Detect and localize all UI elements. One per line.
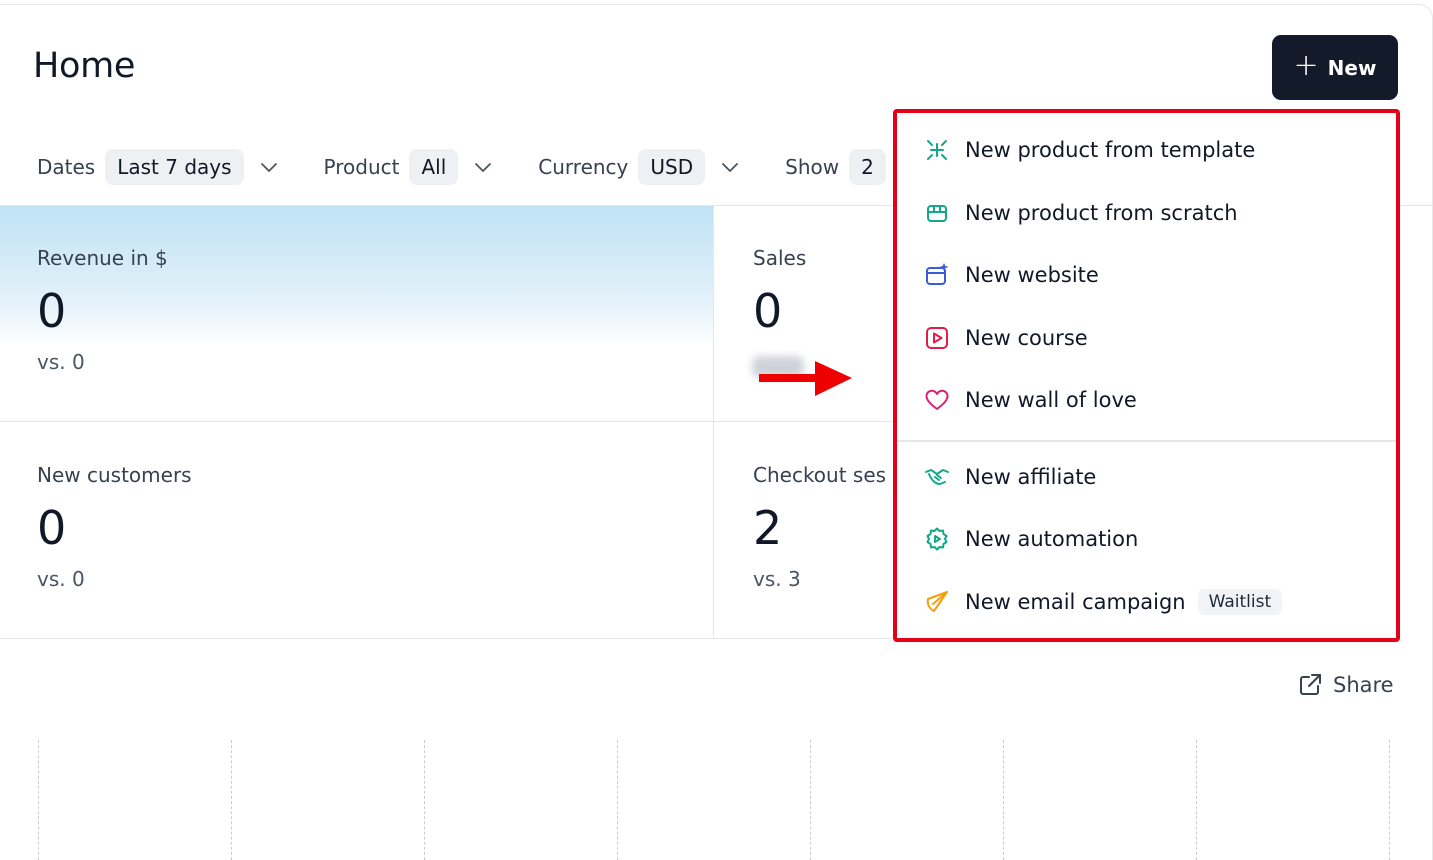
chart-gridline xyxy=(1389,740,1390,860)
handshake-icon xyxy=(924,464,950,490)
automation-gear-icon xyxy=(924,526,950,552)
card-label: Revenue in $ xyxy=(37,246,168,270)
menu-item-email-campaign[interactable]: New email campaign Waitlist xyxy=(924,589,1283,615)
plus-icon: + xyxy=(1293,48,1319,83)
chart-gridline xyxy=(1003,740,1004,860)
card-comparison: vs. 3 xyxy=(753,567,801,591)
new-menu-dropdown: New product from template New product fr… xyxy=(893,109,1400,642)
filter-show[interactable]: Show 2 xyxy=(785,149,886,185)
menu-item-label: New automation xyxy=(965,527,1139,551)
chart-gridline xyxy=(38,740,39,860)
filter-bar: Dates Last 7 days Product All Currency U… xyxy=(37,148,930,186)
card-label: Checkout ses xyxy=(753,463,887,487)
external-link-icon xyxy=(1300,674,1321,695)
card-value: 0 xyxy=(753,284,783,338)
menu-item-label: New affiliate xyxy=(965,465,1097,489)
chart-gridline xyxy=(1196,740,1197,860)
card-comparison: vs. 0 xyxy=(37,567,85,591)
card-label: Sales xyxy=(753,246,807,270)
menu-item-label: New product from template xyxy=(965,138,1256,162)
sales-card[interactable]: Sales 0 xyxy=(753,246,806,334)
divider xyxy=(713,206,714,639)
menu-item-label: New product from scratch xyxy=(965,201,1238,225)
chevron-down-icon[interactable] xyxy=(472,156,494,178)
card-label: New customers xyxy=(37,463,192,487)
box-icon xyxy=(924,200,950,226)
chart-gridline xyxy=(810,740,811,860)
chevron-down-icon[interactable] xyxy=(258,156,280,178)
menu-item-product-template[interactable]: New product from template xyxy=(924,137,1255,163)
checkout-sessions-card[interactable]: Checkout ses 2 vs. 3 xyxy=(753,463,893,591)
chevron-down-icon[interactable] xyxy=(719,156,741,178)
menu-item-label: New website xyxy=(965,263,1099,287)
new-customers-card[interactable]: New customers 0 vs. 0 xyxy=(37,463,192,591)
paper-plane-icon xyxy=(924,589,950,615)
menu-item-course[interactable]: New course xyxy=(924,325,1088,351)
chart-gridline xyxy=(424,740,425,860)
website-icon xyxy=(924,262,950,288)
share-button[interactable]: Share xyxy=(1297,672,1394,698)
chart-gridline xyxy=(231,740,232,860)
filter-currency[interactable]: Currency USD xyxy=(538,149,741,185)
menu-divider xyxy=(897,440,1396,442)
filter-label: Dates xyxy=(37,155,96,179)
filter-label: Currency xyxy=(538,155,629,179)
menu-item-label: New wall of love xyxy=(965,388,1137,412)
chart-gridline xyxy=(617,740,618,860)
menu-item-automation[interactable]: New automation xyxy=(924,526,1138,552)
red-arrow-icon xyxy=(759,361,852,396)
menu-item-product-scratch[interactable]: New product from scratch xyxy=(924,200,1238,226)
divider xyxy=(0,421,900,422)
filter-product[interactable]: Product All xyxy=(324,149,495,185)
menu-item-wall-of-love[interactable]: New wall of love xyxy=(924,387,1137,413)
filter-value[interactable]: 2 xyxy=(849,149,886,185)
play-icon xyxy=(924,325,950,351)
card-value: 0 xyxy=(37,501,67,555)
filter-label: Product xyxy=(323,155,400,179)
card-value: 0 xyxy=(37,284,67,338)
sparkle-icon xyxy=(924,137,950,163)
filter-value[interactable]: All xyxy=(409,149,459,185)
page-title: Home xyxy=(33,46,136,86)
menu-item-label: New course xyxy=(965,326,1088,350)
filter-label: Show xyxy=(785,155,840,179)
menu-item-affiliate[interactable]: New affiliate xyxy=(924,464,1096,490)
card-comparison: vs. 0 xyxy=(37,350,85,374)
heart-icon xyxy=(924,387,950,413)
waitlist-badge: Waitlist xyxy=(1197,589,1283,615)
filter-value[interactable]: Last 7 days xyxy=(105,149,244,185)
divider xyxy=(0,638,900,639)
new-button-label: New xyxy=(1327,55,1377,80)
filter-value[interactable]: USD xyxy=(638,149,706,185)
new-button[interactable]: + New xyxy=(1272,35,1398,100)
menu-item-website[interactable]: New website xyxy=(924,262,1099,288)
revenue-card[interactable]: Revenue in $ 0 vs. 0 xyxy=(37,246,168,374)
card-value: 2 xyxy=(753,501,783,555)
share-label: Share xyxy=(1333,673,1394,697)
filter-dates[interactable]: Dates Last 7 days xyxy=(37,149,280,185)
menu-item-label: New email campaign xyxy=(965,590,1186,614)
